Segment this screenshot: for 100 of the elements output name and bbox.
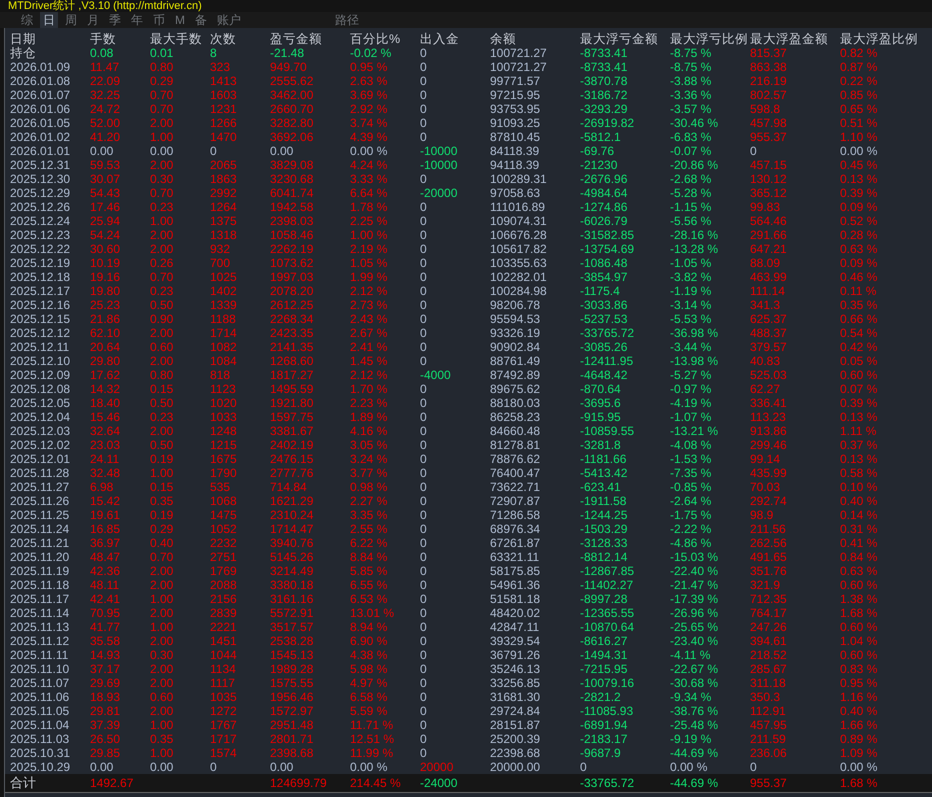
table-cell-text: 89675.62 xyxy=(490,382,542,396)
table-cell-text: 1231 xyxy=(210,102,238,116)
tab[interactable]: 账户 xyxy=(214,12,244,28)
table-cell-text: 0 xyxy=(420,256,428,270)
table-cell-text: 78876.62 xyxy=(490,452,542,466)
tab[interactable]: 币 xyxy=(150,12,168,28)
table-cell-text: 0.39 % xyxy=(840,186,878,200)
table-cell-text: 0.15 xyxy=(150,382,174,396)
table-cell-text: 3282.80 xyxy=(270,116,314,130)
table-cell-text: 42.36 xyxy=(90,564,122,578)
tab[interactable]: 路径 xyxy=(332,12,362,28)
table-cell-text: 1.00 xyxy=(150,620,174,634)
table-cell-text: -10870.64 xyxy=(580,620,636,634)
table-cell-text: 0.46 % xyxy=(840,270,878,284)
table-cell-text: 1997.03 xyxy=(270,270,314,284)
table-cell-text: -1181.66 xyxy=(580,452,628,466)
table-cell-text: 0 xyxy=(420,382,428,396)
table-cell-text: -3.57 % xyxy=(670,102,712,116)
table-cell-text: 42847.11 xyxy=(490,620,540,634)
table-cell-text: -21.47 % xyxy=(670,578,720,592)
table-cell-text: 285.67 xyxy=(750,662,788,676)
tab[interactable]: M xyxy=(172,12,188,28)
table-cell-text: 36791.26 xyxy=(490,648,542,662)
table-cell-text: -2821.2 xyxy=(580,690,622,704)
table-cell-text: 0.85 % xyxy=(840,88,878,102)
table-cell-text: 32.64 xyxy=(90,424,122,438)
table-cell-text: 81278.81 xyxy=(490,438,542,452)
table-cell-text: 0.00 xyxy=(90,760,114,774)
table-cell-text: 2.00 xyxy=(150,606,174,620)
table-cell-text: 18.93 xyxy=(90,690,122,704)
table-cell-text: 1.89 % xyxy=(350,410,388,424)
tab[interactable]: 综 xyxy=(18,12,36,28)
table-cell-text: -1503.29 xyxy=(580,522,628,536)
tab[interactable]: 季 xyxy=(106,12,124,28)
table-cell-text: 4.16 % xyxy=(350,424,388,438)
table-cell-text: 0 xyxy=(420,452,428,466)
table-cell-text: 0 xyxy=(420,662,428,676)
table-cell-text: 1339 xyxy=(210,298,238,312)
table-cell-text: 87810.45 xyxy=(490,130,542,144)
table-cell-text: 33256.85 xyxy=(490,676,542,690)
table-cell-text: -4984.64 xyxy=(580,186,628,200)
table-cell-text: 1.00 xyxy=(150,746,174,760)
table-cell-text: -44.69 % xyxy=(670,746,720,760)
table-cell-text: 2025.12.10 xyxy=(10,354,72,368)
table-cell-text: 62.10 xyxy=(90,326,122,340)
table-cell-text: 2025.12.02 xyxy=(10,438,72,452)
table-cell-text: 2612.25 xyxy=(270,298,314,312)
table-cell-text: -9687.9 xyxy=(580,746,622,760)
table-cell-text: 2025.12.11 xyxy=(10,340,70,354)
table-cell-text: -1274.86 xyxy=(580,200,628,214)
table-cell-text: 0 xyxy=(420,536,428,550)
table-cell-text: 2476.15 xyxy=(270,452,314,466)
table-cell-text: 29.69 xyxy=(90,676,122,690)
table-cell-text: 818 xyxy=(210,368,232,382)
table-cell-text: 0 xyxy=(420,564,428,578)
table-cell-text: 70.95 xyxy=(90,606,122,620)
table-cell-text: -20000 xyxy=(420,186,458,200)
table-cell-text: 0 xyxy=(420,508,428,522)
table-cell-text: 1068 xyxy=(210,494,238,508)
table-cell-text: 1375 xyxy=(210,214,238,228)
table-cell-text: 1188 xyxy=(210,312,237,326)
table-cell-text: 84660.48 xyxy=(490,424,542,438)
table-cell-text: 17.46 xyxy=(90,200,122,214)
table-cell-text: -8733.41 xyxy=(580,46,628,60)
table-cell-text: 802.57 xyxy=(750,88,788,102)
table-cell-text: -8616.27 xyxy=(580,634,628,648)
table-cell-text: -28.16 % xyxy=(670,228,720,242)
table-cell-text: 262.56 xyxy=(750,536,788,550)
tab[interactable]: 日 xyxy=(40,12,58,28)
table-cell-text: 2.00 xyxy=(150,326,174,340)
tab[interactable]: 周 xyxy=(62,12,80,28)
table-cell-text: -38.76 % xyxy=(670,704,720,718)
table-cell-text: 535 xyxy=(210,480,232,494)
table-cell-text: 1.04 % xyxy=(840,634,878,648)
table-cell-text: 379.57 xyxy=(750,340,788,354)
table-cell-text: 15.46 xyxy=(90,410,122,424)
column-header: 出入金 xyxy=(420,32,460,46)
table-cell-text: 2262.19 xyxy=(270,242,314,256)
table-cell-text: -31582.85 xyxy=(580,228,636,242)
tab[interactable]: 月 xyxy=(84,12,102,28)
table-cell-text: -3.44 % xyxy=(670,340,712,354)
table-cell-text: 0 xyxy=(420,242,428,256)
table-cell-text: 87492.89 xyxy=(490,368,542,382)
table-cell-text: -3.82 % xyxy=(670,270,712,284)
tab[interactable]: 年 xyxy=(128,12,146,28)
table-cell-text: 0 xyxy=(420,312,428,326)
table-cell-text: 764.17 xyxy=(750,606,788,620)
tab[interactable]: 备 xyxy=(192,12,210,28)
table-cell-text: 130.12 xyxy=(750,172,788,186)
table-cell-text: 2025.10.29 xyxy=(10,760,72,774)
table-cell-text: 1266 xyxy=(210,116,238,130)
table-cell-text: 2025.12.17 xyxy=(10,284,72,298)
table-cell-text: 2025.12.15 xyxy=(10,312,72,326)
table-cell-text: 0.63 % xyxy=(840,242,878,256)
table-cell-text: 0.70 xyxy=(150,186,174,200)
table-cell-text: -0.07 % xyxy=(670,144,712,158)
table-cell-text: 0.84 % xyxy=(840,550,878,564)
table-cell-text: 1402 xyxy=(210,284,238,298)
table-cell-text: 1989.28 xyxy=(270,662,314,676)
table-cell-text: 0.26 xyxy=(150,256,174,270)
